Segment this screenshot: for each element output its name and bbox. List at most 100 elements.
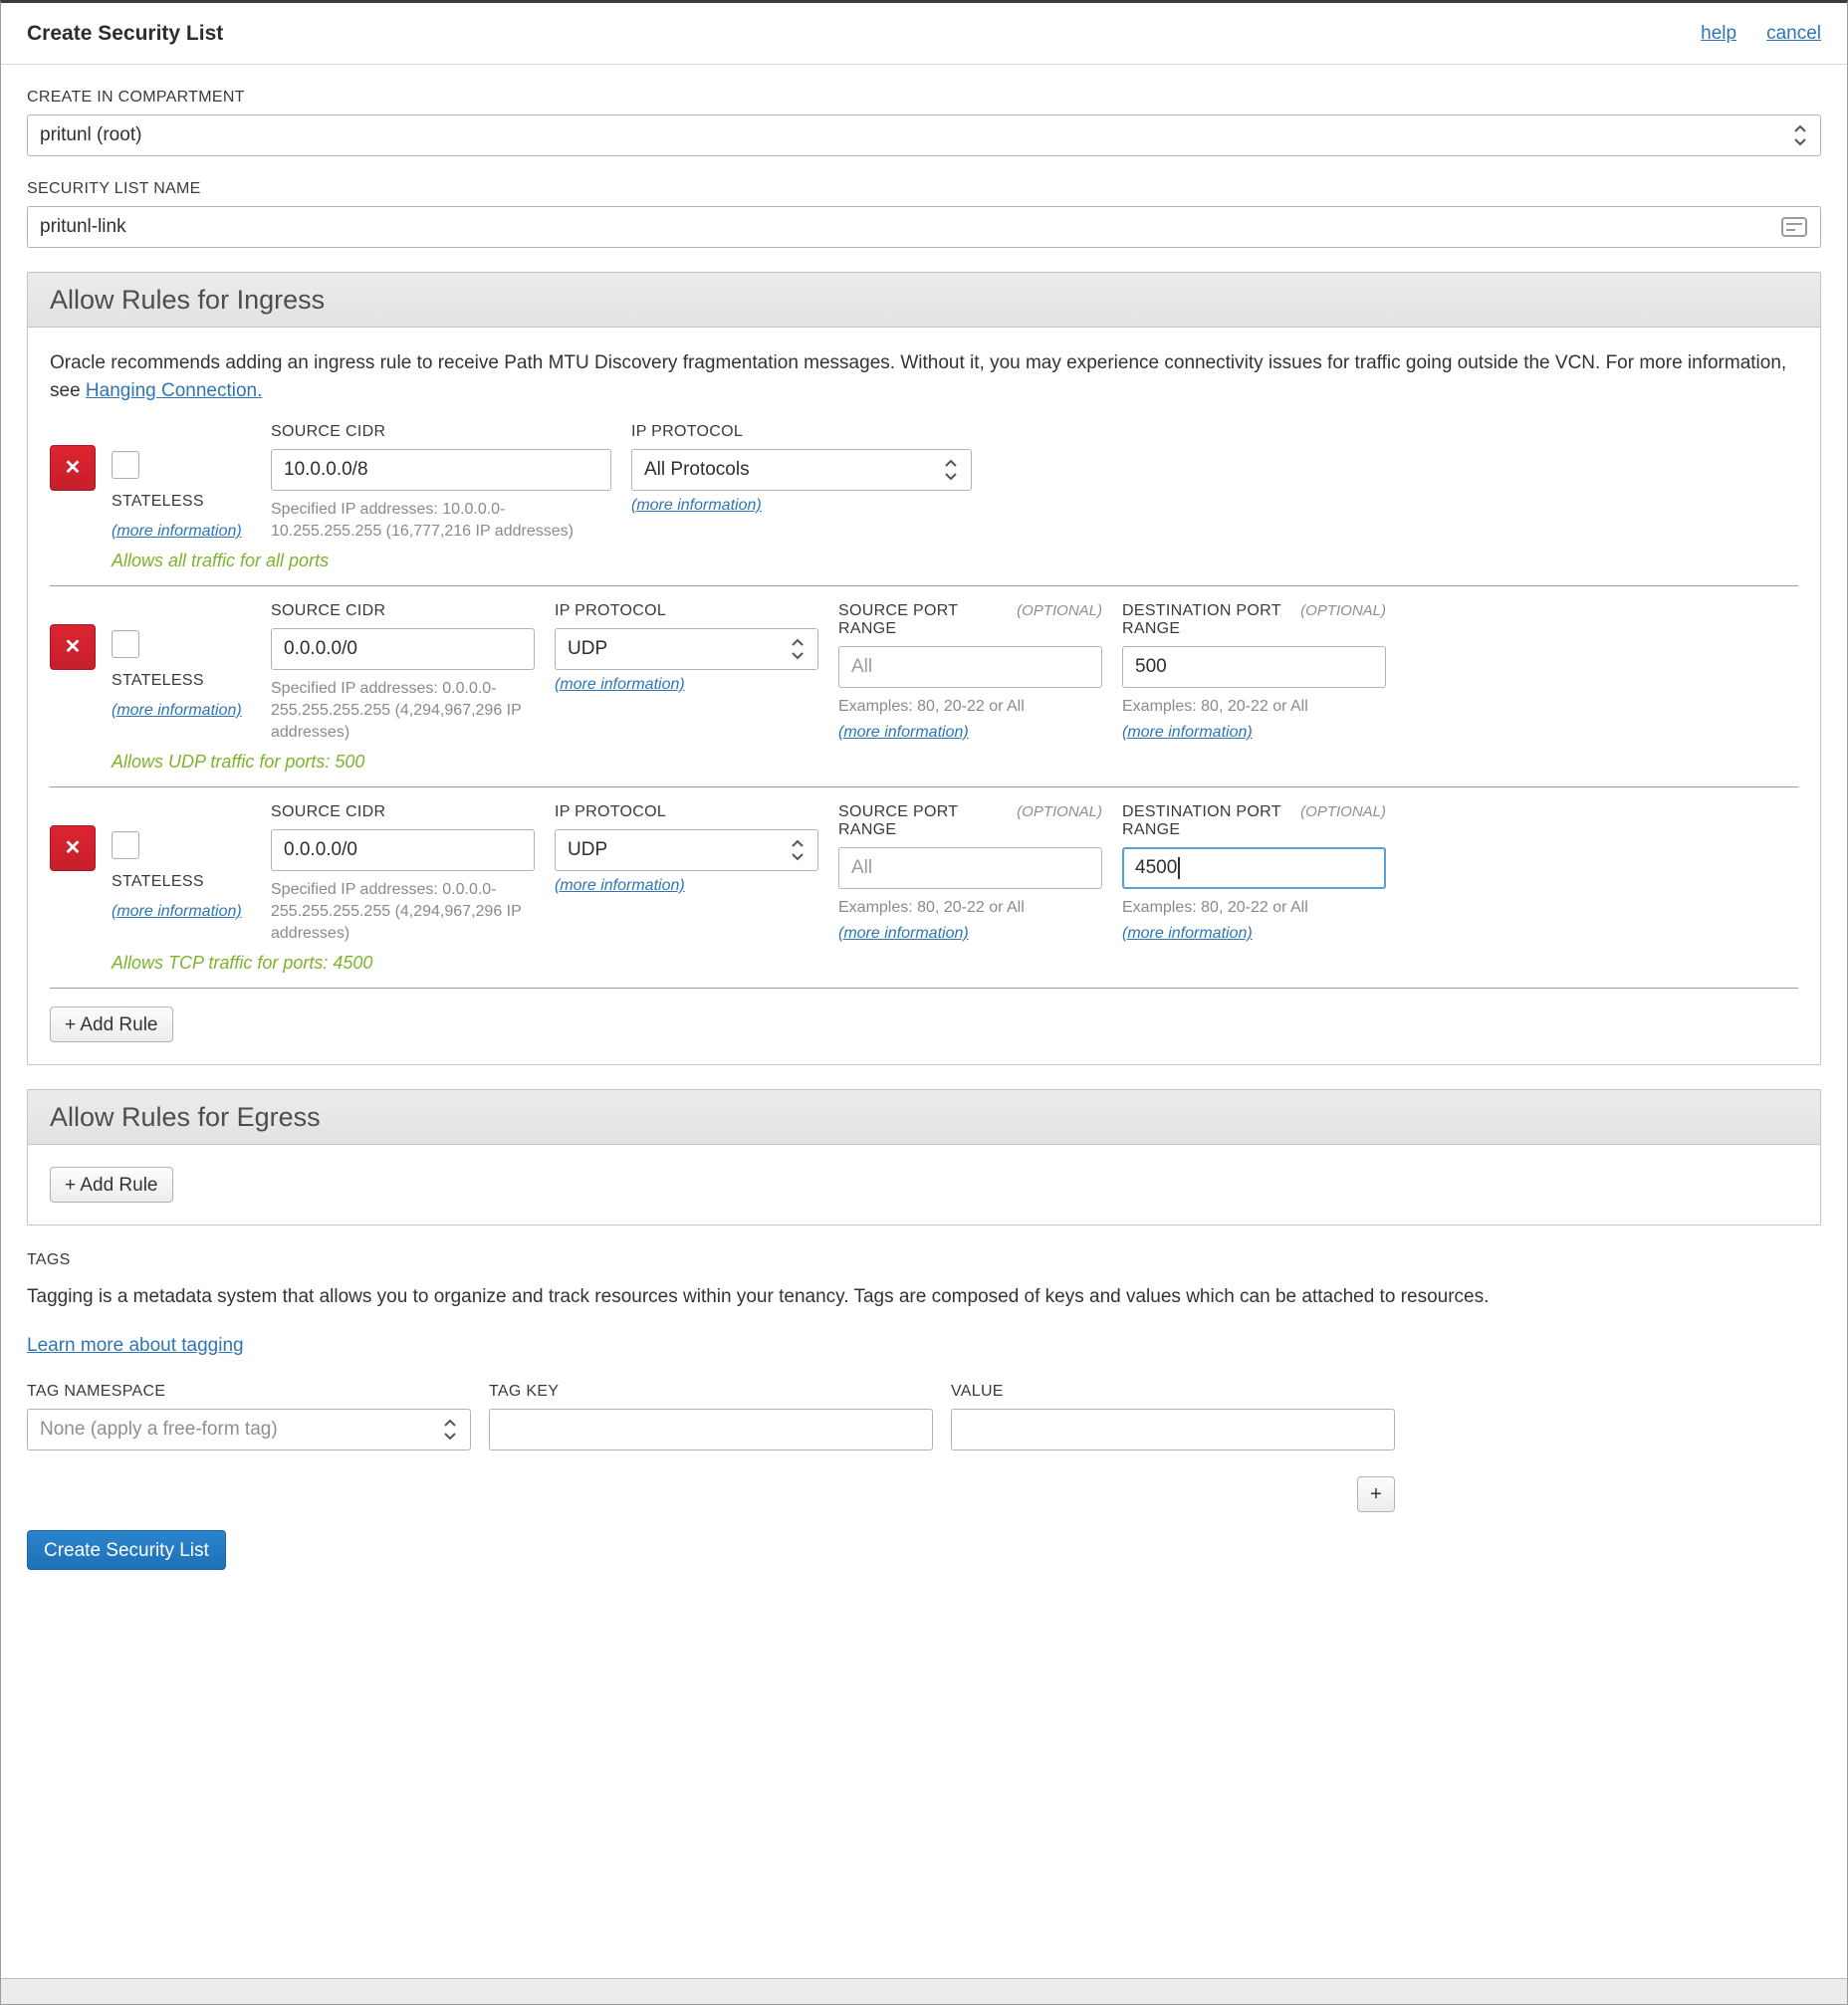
ip-protocol-more-info-link[interactable]: (more information) — [555, 877, 685, 895]
ingress-panel-title: Allow Rules for Ingress — [28, 273, 1820, 328]
ip-protocol-label: IP PROTOCOL — [555, 602, 667, 619]
egress-add-rule-button[interactable]: + Add Rule — [50, 1167, 173, 1203]
autofill-card-icon — [1781, 217, 1807, 237]
source-port-range-field: SOURCE PORT RANGE (OPTIONAL) Examples: 8… — [838, 602, 1102, 744]
ingress-add-rule-button[interactable]: + Add Rule — [50, 1006, 173, 1042]
compartment-label: CREATE IN COMPARTMENT — [27, 89, 245, 106]
learn-more-tagging-link[interactable]: Learn more about tagging — [27, 1335, 244, 1357]
compartment-select-value: pritunl (root) — [40, 124, 142, 145]
rule-summary: Allows all traffic for all ports — [112, 551, 330, 570]
text-cursor — [1178, 857, 1181, 879]
rule-summary: Allows UDP traffic for ports: 500 — [112, 752, 365, 772]
add-tag-button[interactable]: + — [1357, 1476, 1395, 1512]
port-examples-helper: Examples: 80, 20-22 or All — [838, 698, 1025, 715]
create-security-list-dialog: Create Security List help cancel CREATE … — [0, 0, 1848, 2005]
port-examples-helper: Examples: 80, 20-22 or All — [1122, 698, 1308, 715]
source-port-range-input[interactable] — [838, 646, 1102, 688]
ip-protocol-select[interactable]: UDP — [555, 829, 818, 871]
optional-tag: (OPTIONAL) — [1017, 803, 1102, 820]
source-port-more-info-link[interactable]: (more information) — [838, 724, 969, 742]
security-list-name-input[interactable] — [27, 206, 1821, 248]
stateless-label: STATELESS — [112, 672, 204, 689]
rule-summary: Allows TCP traffic for ports: 4500 — [112, 953, 373, 973]
destination-port-range-value: 4500 — [1135, 857, 1178, 878]
add-tag-row: + — [27, 1476, 1395, 1512]
stateless-checkbox[interactable] — [112, 451, 139, 479]
optional-tag: (OPTIONAL) — [1300, 602, 1386, 619]
security-list-name-field — [27, 206, 1821, 248]
port-examples-helper: Examples: 80, 20-22 or All — [1122, 899, 1308, 916]
ingress-notice: Oracle recommends adding an ingress rule… — [50, 349, 1798, 405]
source-port-more-info-link[interactable]: (more information) — [838, 925, 969, 943]
tag-namespace-select[interactable]: None (apply a free-form tag) — [27, 1409, 471, 1450]
destination-port-more-info-link[interactable]: (more information) — [1122, 925, 1253, 943]
optional-tag: (OPTIONAL) — [1300, 803, 1386, 820]
destination-port-range-input[interactable] — [1122, 646, 1386, 688]
ip-protocol-more-info-link[interactable]: (more information) — [631, 497, 762, 515]
stateless-checkbox[interactable] — [112, 831, 139, 859]
tag-value-field: VALUE — [951, 1383, 1395, 1450]
source-cidr-label: SOURCE CIDR — [271, 803, 386, 820]
destination-port-range-label: DESTINATION PORT RANGE — [1122, 602, 1281, 637]
egress-panel-title: Allow Rules for Egress — [28, 1090, 1820, 1145]
ip-protocol-field: IP PROTOCOL UDP (more information) — [555, 602, 818, 744]
stateless-label: STATELESS — [112, 493, 204, 510]
tag-value-label: VALUE — [951, 1383, 1004, 1400]
compartment-select[interactable]: pritunl (root) — [27, 114, 1821, 156]
source-port-range-field: SOURCE PORT RANGE (OPTIONAL) Examples: 8… — [838, 803, 1102, 945]
tag-row: TAG NAMESPACE None (apply a free-form ta… — [27, 1383, 1395, 1450]
optional-tag: (OPTIONAL) — [1017, 602, 1102, 619]
tag-namespace-field: TAG NAMESPACE None (apply a free-form ta… — [27, 1383, 471, 1450]
ip-protocol-field: IP PROTOCOL UDP (more information) — [555, 803, 818, 945]
tag-key-input[interactable] — [489, 1409, 933, 1450]
tag-value-input[interactable] — [951, 1409, 1395, 1450]
ip-protocol-select-value: UDP — [568, 839, 608, 860]
tags-label: TAGS — [27, 1251, 71, 1268]
close-icon: ✕ — [64, 837, 82, 859]
hanging-connection-link[interactable]: Hanging Connection. — [86, 380, 262, 401]
destination-port-more-info-link[interactable]: (more information) — [1122, 724, 1253, 742]
cancel-link[interactable]: cancel — [1766, 23, 1821, 45]
source-port-range-label: SOURCE PORT RANGE — [838, 602, 959, 637]
stateless-label: STATELESS — [112, 873, 204, 890]
chevron-updown-icon — [943, 457, 959, 483]
help-link[interactable]: help — [1701, 23, 1736, 45]
source-cidr-field: SOURCE CIDR Specified IP addresses: 0.0.… — [271, 602, 535, 744]
stateless-more-info-link[interactable]: (more information) — [112, 702, 242, 720]
source-cidr-field: SOURCE CIDR Specified IP addresses: 10.0… — [271, 423, 611, 543]
source-port-range-input[interactable] — [838, 847, 1102, 889]
close-icon: ✕ — [64, 457, 82, 479]
ip-protocol-more-info-link[interactable]: (more information) — [555, 676, 685, 694]
delete-rule-button[interactable]: ✕ — [50, 624, 96, 670]
delete-rule-button[interactable]: ✕ — [50, 445, 96, 491]
stateless-checkbox[interactable] — [112, 630, 139, 658]
source-cidr-label: SOURCE CIDR — [271, 423, 386, 440]
port-examples-helper: Examples: 80, 20-22 or All — [838, 899, 1025, 916]
egress-panel: Allow Rules for Egress + Add Rule — [27, 1089, 1821, 1225]
ip-protocol-label: IP PROTOCOL — [555, 803, 667, 820]
source-cidr-input[interactable] — [271, 449, 611, 491]
ip-protocol-field: IP PROTOCOL All Protocols (more informat… — [631, 423, 972, 543]
ip-protocol-select[interactable]: All Protocols — [631, 449, 972, 491]
create-security-list-button[interactable]: Create Security List — [27, 1530, 226, 1570]
close-icon: ✕ — [64, 636, 82, 658]
source-cidr-helper: Specified IP addresses: 0.0.0.0-255.255.… — [271, 680, 522, 741]
stateless-more-info-link[interactable]: (more information) — [112, 903, 242, 921]
source-cidr-input[interactable] — [271, 628, 535, 670]
source-cidr-label: SOURCE CIDR — [271, 602, 386, 619]
source-cidr-input[interactable] — [271, 829, 535, 871]
ip-protocol-select[interactable]: UDP — [555, 628, 818, 670]
stateless-more-info-link[interactable]: (more information) — [112, 523, 242, 541]
dialog-header: Create Security List help cancel — [1, 3, 1847, 65]
destination-port-range-input[interactable]: 4500 — [1122, 847, 1386, 889]
chevron-updown-icon — [1792, 122, 1808, 148]
page-background-strip — [1, 1978, 1847, 2004]
page-title: Create Security List — [27, 21, 224, 45]
ip-protocol-label: IP PROTOCOL — [631, 423, 744, 440]
ingress-panel-body: Oracle recommends adding an ingress rule… — [28, 328, 1820, 1064]
tag-key-label: TAG KEY — [489, 1383, 560, 1400]
security-list-name-label: SECURITY LIST NAME — [27, 180, 201, 197]
ingress-rule-1: ✕ STATELESS (more information) SOURCE CI… — [50, 419, 1798, 586]
delete-rule-button[interactable]: ✕ — [50, 825, 96, 871]
ingress-notice-text: Oracle recommends adding an ingress rule… — [50, 352, 1787, 401]
